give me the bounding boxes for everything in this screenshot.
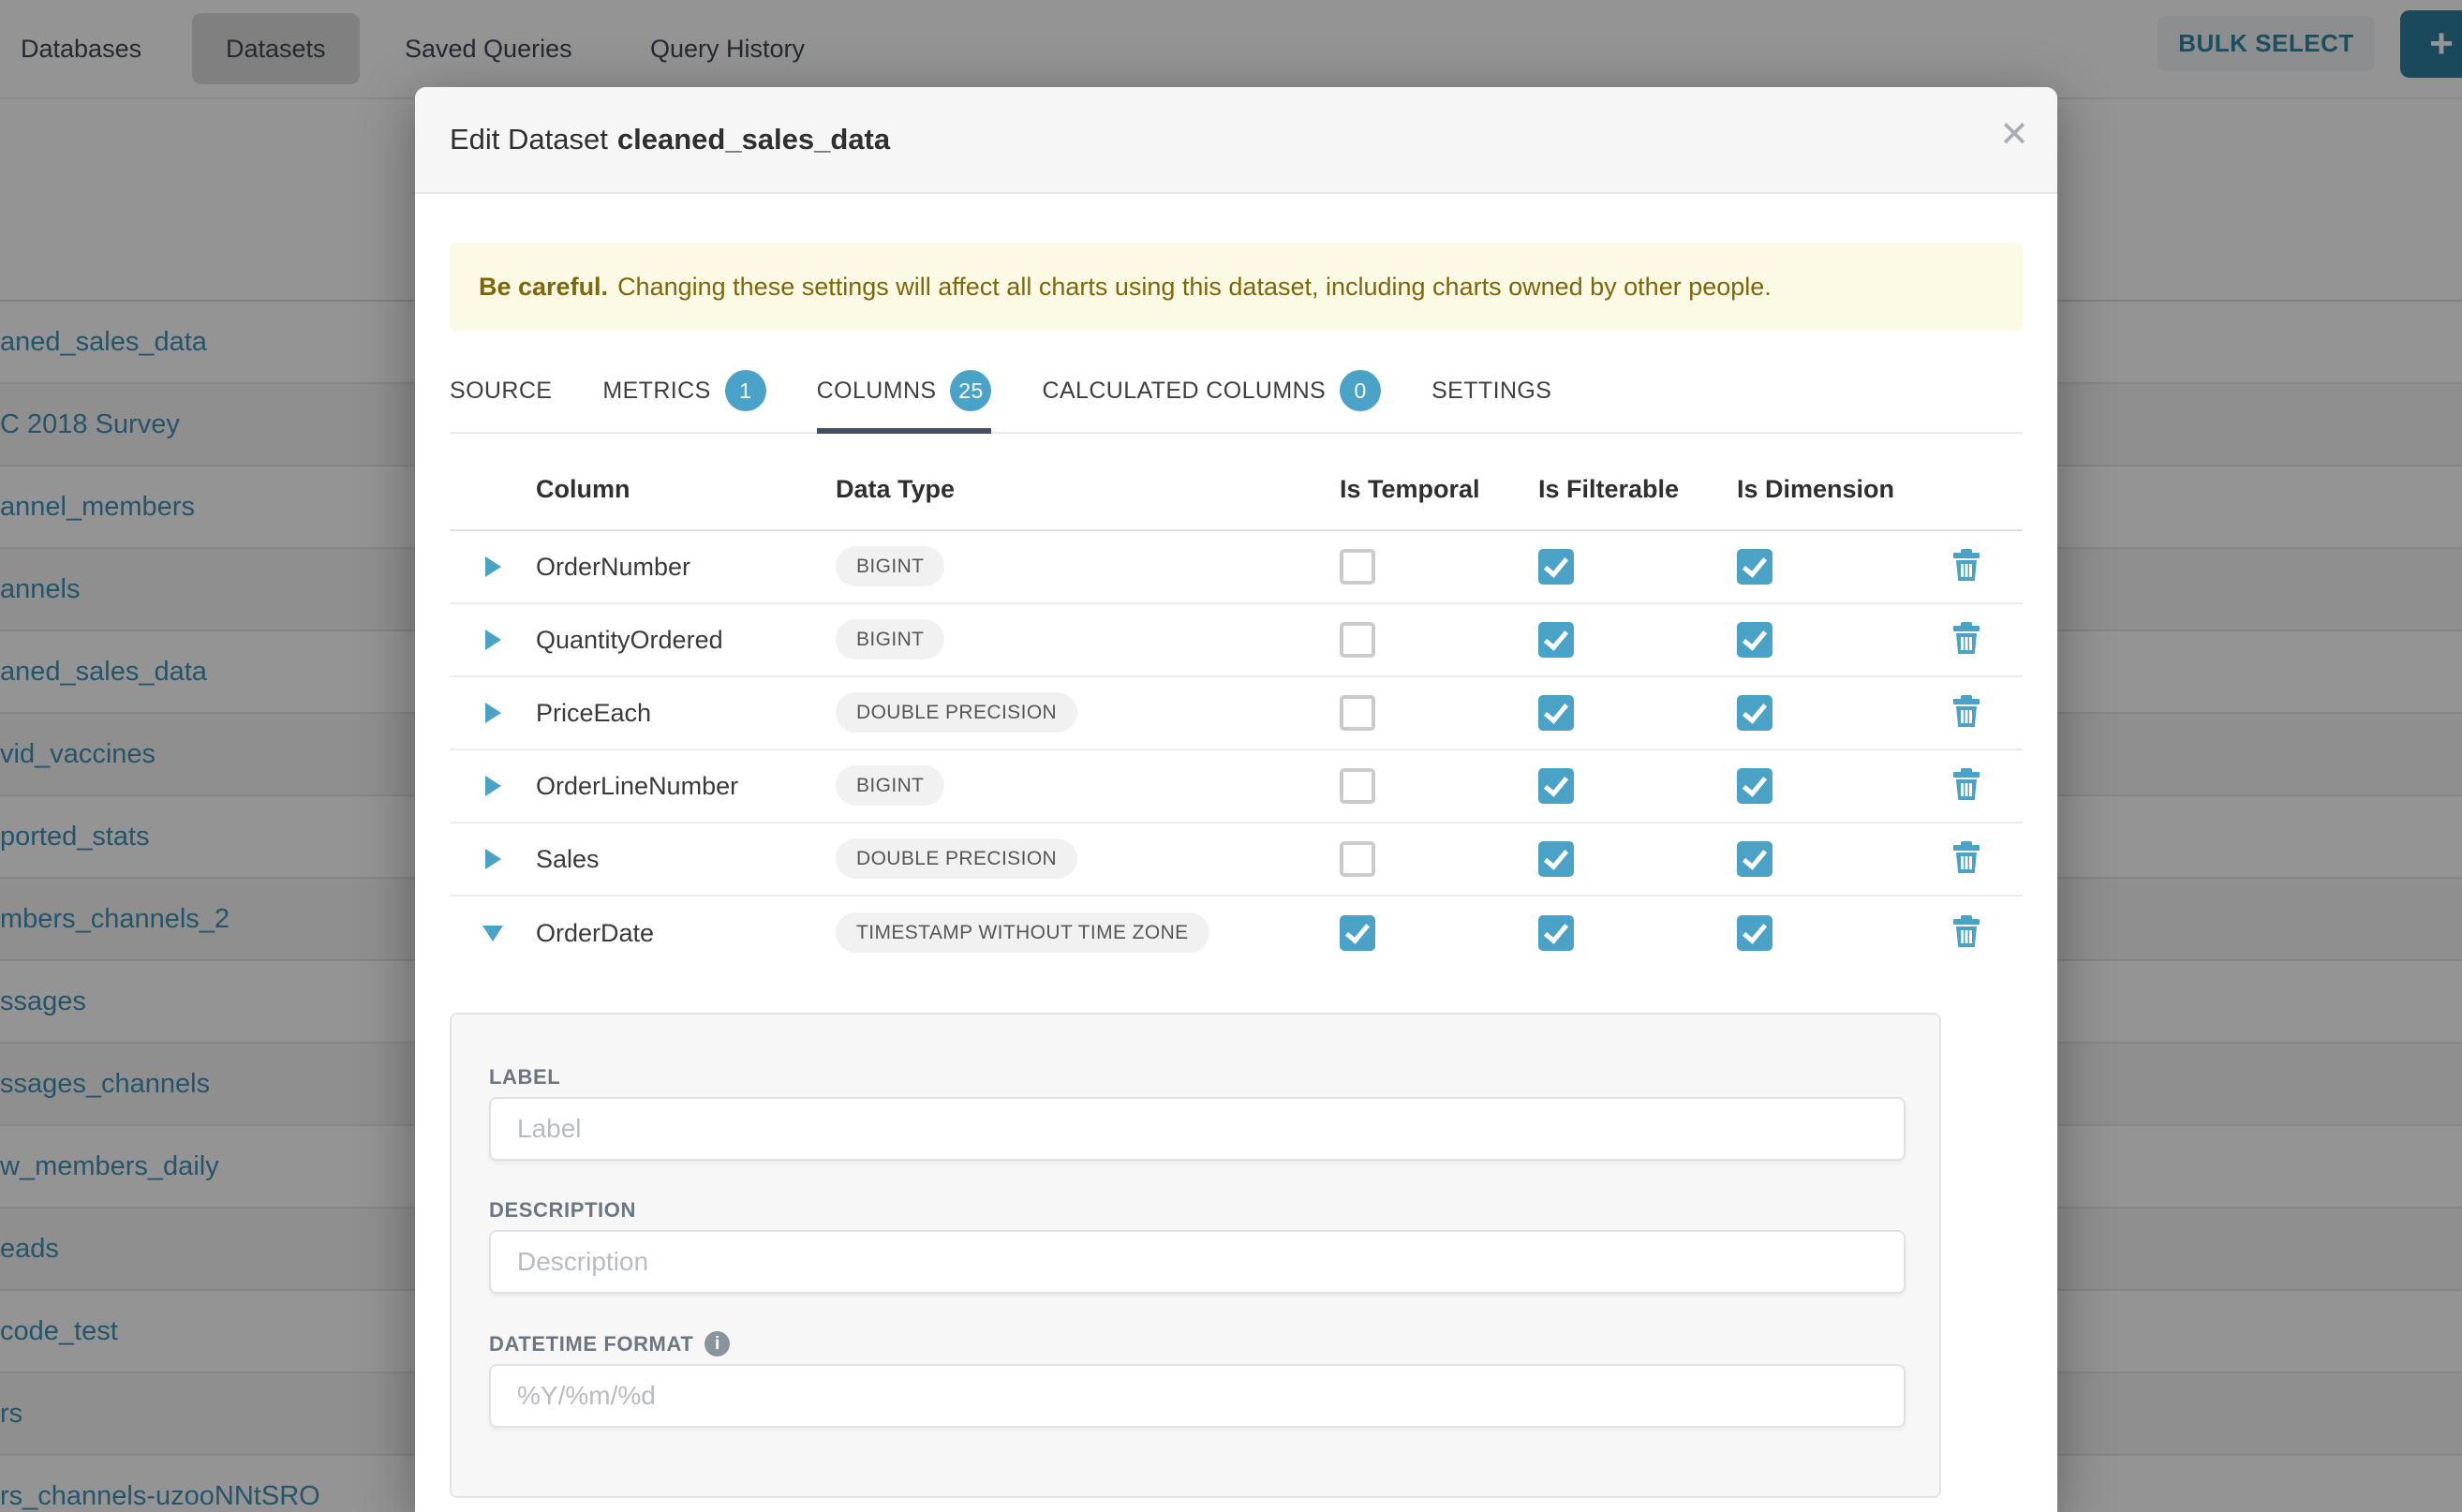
is-filterable-checkbox[interactable] — [1538, 915, 1574, 951]
tab-source[interactable]: SOURCE — [450, 370, 552, 432]
column-row: QuantityOrdered BIGINT — [450, 604, 2023, 677]
column-row: OrderNumber BIGINT — [450, 531, 2023, 604]
metrics-count-badge: 1 — [725, 370, 766, 411]
tab-metrics[interactable]: METRICS1 — [602, 370, 765, 432]
header-is-filterable: Is Filterable — [1538, 475, 1737, 504]
expand-caret-icon[interactable] — [485, 776, 501, 796]
header-is-temporal: Is Temporal — [1340, 475, 1538, 504]
is-dimension-checkbox[interactable] — [1737, 695, 1772, 731]
columns-table-header: Column Data Type Is Temporal Is Filterab… — [450, 434, 2023, 531]
column-name: Sales — [536, 845, 836, 874]
column-row: Sales DOUBLE PRECISION — [450, 823, 2023, 897]
tab-calculated-columns[interactable]: CALCULATED COLUMNS0 — [1042, 370, 1381, 432]
modal-title: Edit Datasetcleaned_sales_data — [450, 123, 890, 156]
delete-column-icon[interactable] — [1952, 841, 1980, 878]
column-name: OrderLineNumber — [536, 772, 836, 801]
tab-settings[interactable]: SETTINGS — [1431, 370, 1551, 432]
is-dimension-checkbox[interactable] — [1737, 549, 1772, 585]
column-name: OrderDate — [536, 919, 836, 948]
header-is-dimension: Is Dimension — [1737, 475, 1939, 504]
info-icon[interactable]: i — [704, 1331, 730, 1356]
expand-caret-icon[interactable] — [485, 849, 501, 869]
delete-column-icon[interactable] — [1952, 622, 1980, 659]
is-dimension-checkbox[interactable] — [1737, 841, 1772, 877]
is-temporal-checkbox[interactable] — [1340, 915, 1375, 951]
is-filterable-checkbox[interactable] — [1538, 841, 1574, 877]
header-column: Column — [536, 475, 836, 504]
delete-column-icon[interactable] — [1952, 549, 1980, 586]
columns-count-badge: 25 — [950, 370, 991, 411]
column-name: PriceEach — [536, 699, 836, 728]
datetime-format-input[interactable] — [489, 1364, 1906, 1428]
collapse-caret-icon[interactable] — [482, 926, 503, 941]
is-temporal-checkbox[interactable] — [1340, 768, 1375, 804]
expand-caret-icon[interactable] — [485, 556, 501, 577]
data-type-pill: DOUBLE PRECISION — [836, 838, 1077, 879]
dataset-name: cleaned_sales_data — [617, 123, 890, 156]
column-row: OrderLineNumber BIGINT — [450, 750, 2023, 823]
is-dimension-checkbox[interactable] — [1737, 915, 1772, 951]
label-field-label: LABEL — [489, 1065, 1902, 1090]
column-row: PriceEach DOUBLE PRECISION — [450, 677, 2023, 750]
is-dimension-checkbox[interactable] — [1737, 768, 1772, 804]
delete-column-icon[interactable] — [1952, 915, 1980, 952]
column-row: OrderDate TIMESTAMP WITHOUT TIME ZONE — [450, 897, 2023, 970]
warning-text: Changing these settings will affect all … — [617, 273, 1772, 302]
data-type-pill: BIGINT — [836, 619, 944, 660]
is-temporal-checkbox[interactable] — [1340, 695, 1375, 731]
data-type-pill: TIMESTAMP WITHOUT TIME ZONE — [836, 912, 1209, 953]
warning-bold: Be careful. — [479, 273, 608, 302]
is-temporal-checkbox[interactable] — [1340, 549, 1375, 585]
modal-tabs: SOURCE METRICS1 COLUMNS25 CALCULATED COL… — [450, 370, 2023, 434]
calculated-columns-count-badge: 0 — [1340, 370, 1381, 411]
data-type-pill: BIGINT — [836, 765, 944, 806]
modal-body: Be careful. Changing these settings will… — [415, 243, 2057, 1498]
expand-caret-icon[interactable] — [485, 630, 501, 650]
close-icon[interactable]: ✕ — [1999, 117, 2029, 153]
edit-dataset-modal: Edit Datasetcleaned_sales_data ✕ Be care… — [415, 87, 2057, 1512]
is-temporal-checkbox[interactable] — [1340, 841, 1375, 877]
data-type-pill: BIGINT — [836, 546, 944, 586]
expand-caret-icon[interactable] — [485, 703, 501, 723]
is-filterable-checkbox[interactable] — [1538, 695, 1574, 731]
label-input[interactable] — [489, 1097, 1906, 1161]
column-name: QuantityOrdered — [536, 626, 836, 655]
is-filterable-checkbox[interactable] — [1538, 549, 1574, 585]
header-data-type: Data Type — [836, 475, 1340, 504]
is-filterable-checkbox[interactable] — [1538, 768, 1574, 804]
warning-banner: Be careful. Changing these settings will… — [450, 243, 2023, 331]
is-temporal-checkbox[interactable] — [1340, 622, 1375, 658]
delete-column-icon[interactable] — [1952, 768, 1980, 805]
modal-header: Edit Datasetcleaned_sales_data ✕ — [415, 87, 2057, 194]
description-input[interactable] — [489, 1230, 1906, 1294]
delete-column-icon[interactable] — [1952, 695, 1980, 732]
is-dimension-checkbox[interactable] — [1737, 622, 1772, 658]
data-type-pill: DOUBLE PRECISION — [836, 692, 1077, 733]
column-name: OrderNumber — [536, 553, 836, 582]
is-filterable-checkbox[interactable] — [1538, 622, 1574, 658]
tab-columns[interactable]: COLUMNS25 — [817, 370, 992, 434]
datetime-format-field-label: DATETIME FORMAT i — [489, 1331, 1902, 1356]
column-editor-panel: LABEL DESCRIPTION DATETIME FORMAT i — [450, 1013, 1941, 1498]
description-field-label: DESCRIPTION — [489, 1198, 1902, 1223]
